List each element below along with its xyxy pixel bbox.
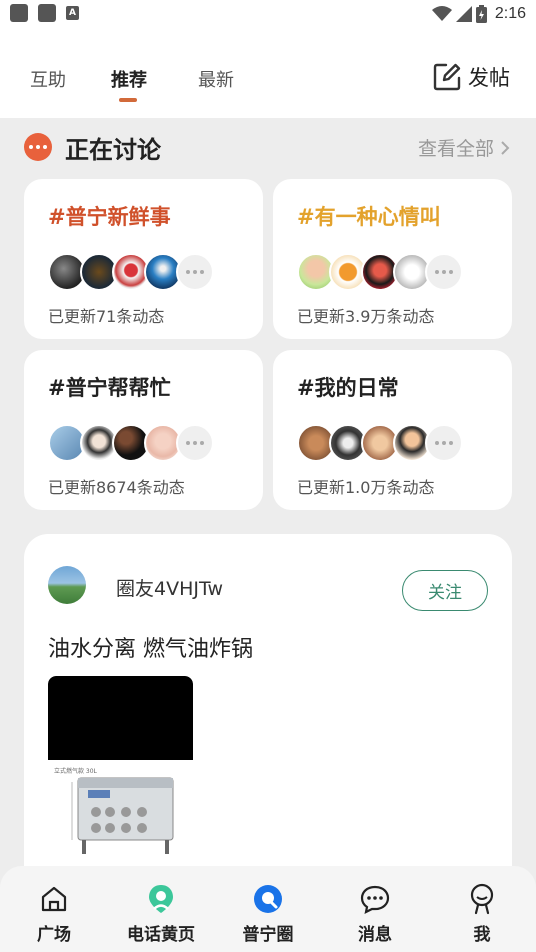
participant-avatars (48, 424, 214, 462)
tab-recommended[interactable]: 推荐 (111, 66, 147, 92)
nav-item-messages[interactable]: 消息 (330, 882, 420, 945)
topic-update-count: 已更新8674条动态 (48, 478, 185, 497)
nav-label: 消息 (358, 925, 392, 945)
nav-item-yellow-pages[interactable]: 电话黄页 (116, 882, 206, 945)
status-time: 2:16 (494, 5, 526, 22)
more-avatars-icon (425, 253, 463, 291)
avatar[interactable] (48, 566, 86, 604)
nav-label: 我 (473, 925, 491, 945)
topic-title: #我的日常 (297, 376, 399, 400)
top-header: 互助 推荐 最新 发帖 (0, 30, 536, 118)
participant-avatars (48, 253, 214, 291)
nav-label: 电话黄页 (127, 925, 195, 945)
new-post-label: 发帖 (468, 66, 510, 90)
topic-update-count: 已更新3.9万条动态 (297, 307, 435, 326)
home-icon (41, 886, 67, 912)
participant-avatars (297, 424, 463, 462)
notification-a-icon: A (66, 6, 79, 20)
status-bar: A 2:16 (0, 0, 536, 30)
edit-icon (433, 63, 461, 91)
topic-update-count: 已更新71条动态 (48, 307, 165, 326)
notification-icon (10, 4, 28, 22)
chat-dots-icon (24, 133, 52, 161)
notification-icon (38, 4, 56, 22)
topic-title: #普宁新鲜事 (48, 205, 171, 229)
nav-item-puning-circle[interactable]: 普宁圈 (223, 882, 313, 945)
follow-button[interactable]: 关注 (402, 570, 488, 611)
see-all-label: 查看全部 (417, 138, 494, 160)
yellow-pages-icon (149, 885, 173, 913)
nav-label: 普宁圈 (242, 925, 294, 945)
bottom-navigation: 广场 电话黄页 普宁圈 消息 我 (0, 866, 536, 952)
message-icon (360, 885, 390, 914)
discussion-heading: 正在讨论 (24, 130, 161, 164)
more-avatars-icon (176, 424, 214, 462)
section-title: 正在讨论 (65, 135, 161, 164)
topic-update-count: 已更新1.0万条动态 (297, 478, 435, 497)
participant-avatars (297, 253, 463, 291)
topic-card[interactable]: #普宁新鲜事 已更新71条动态 (24, 179, 263, 339)
post-image[interactable]: 立式燃气款 30L (48, 676, 193, 871)
tab-latest[interactable]: 最新 (198, 66, 234, 92)
post-text: 油水分离 燃气油炸锅 (48, 637, 253, 662)
nav-item-square[interactable]: 广场 (9, 882, 99, 945)
more-avatars-icon (425, 424, 463, 462)
profile-icon (470, 883, 494, 915)
nav-item-me[interactable]: 我 (437, 882, 527, 945)
tab-mutual-help[interactable]: 互助 (30, 66, 66, 92)
see-all-link[interactable]: 查看全部 (418, 134, 510, 161)
image-dark-area (48, 676, 193, 760)
topic-card[interactable]: #有一种心情叫 已更新3.9万条动态 (273, 179, 512, 339)
signal-icon (455, 6, 472, 22)
topic-card[interactable]: #我的日常 已更新1.0万条动态 (273, 350, 512, 510)
topic-card[interactable]: #普宁帮帮忙 已更新8674条动态 (24, 350, 263, 510)
more-avatars-icon (176, 253, 214, 291)
chevron-right-icon (501, 140, 510, 155)
nav-label: 广场 (37, 925, 71, 945)
active-tab-indicator (119, 98, 137, 102)
battery-icon (475, 5, 487, 23)
topic-title: #有一种心情叫 (297, 205, 441, 229)
topic-title: #普宁帮帮忙 (48, 376, 171, 400)
circle-icon (254, 885, 282, 913)
new-post-button[interactable]: 发帖 (432, 62, 510, 92)
fryer-illustration (71, 777, 174, 854)
post-username[interactable]: 圈友4VHJTw (116, 574, 223, 601)
wifi-icon (431, 6, 452, 21)
